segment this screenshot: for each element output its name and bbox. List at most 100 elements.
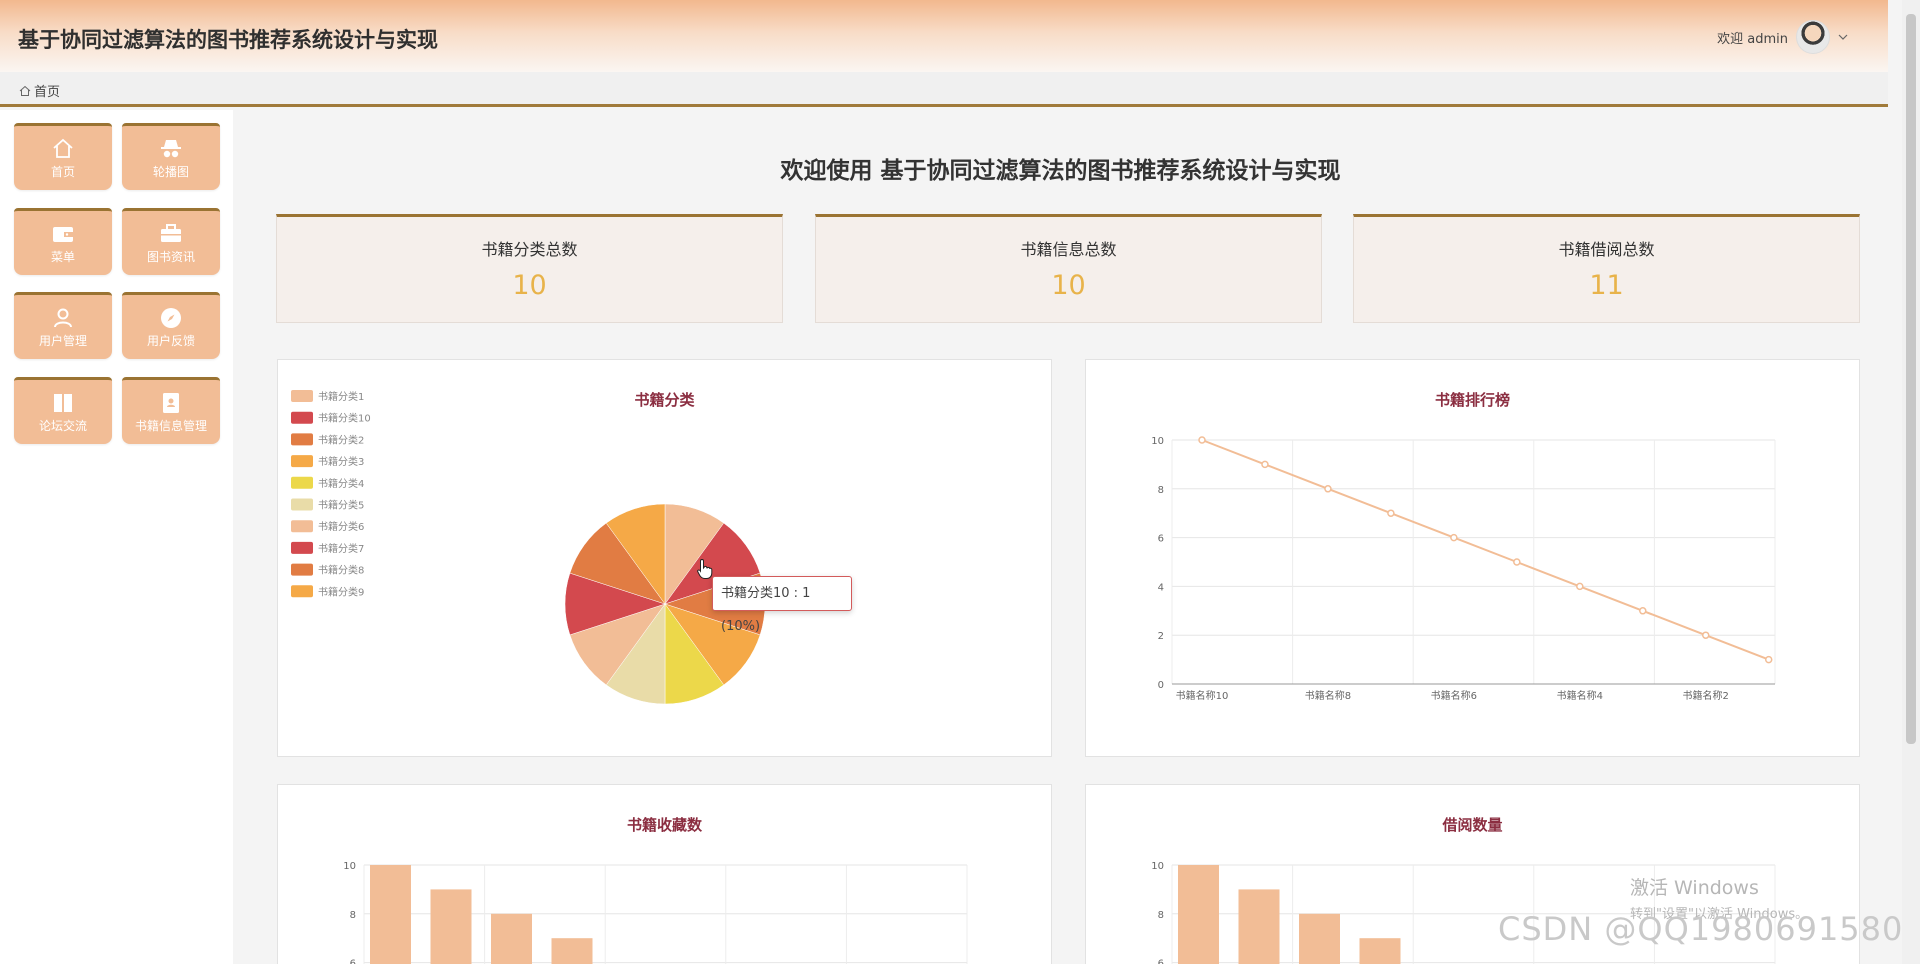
legend-swatch[interactable]: [291, 563, 313, 576]
x-tick-label: 书籍名称10: [1176, 689, 1229, 702]
sidebar-item-menu[interactable]: 菜单: [14, 208, 112, 275]
bar[interactable]: [1299, 913, 1340, 964]
sidebar-item-label: 用户反馈: [146, 334, 195, 348]
sidebar-item-label: 用户管理: [38, 334, 87, 348]
watermark-line1: 激活 Windows: [1630, 877, 1759, 899]
x-tick-label: 书籍名称2: [1683, 689, 1729, 702]
contact-book-icon: [163, 393, 179, 413]
scrollbar-thumb[interactable]: [1906, 14, 1916, 744]
bar[interactable]: [1359, 938, 1401, 964]
data-point[interactable]: [1450, 533, 1458, 542]
legend-label[interactable]: 书籍分类5: [318, 499, 364, 512]
sidebar-item-forum[interactable]: 论坛交流: [14, 377, 112, 444]
chart-tooltip: 书籍分类10 : 1 (10%): [712, 576, 852, 634]
breadcrumb-home[interactable]: 首页: [34, 81, 60, 100]
chevron-down-icon[interactable]: [1838, 30, 1848, 44]
sidebar-item-label: 论坛交流: [38, 419, 87, 433]
legend-label[interactable]: 书籍分类4: [318, 477, 364, 490]
legend-label[interactable]: 书籍分类9: [318, 585, 364, 598]
pie-chart[interactable]: 书籍分类1 书籍分类10 书籍分类2 书籍分类3 书籍分类4 书籍分类5 书籍分类6 书籍分类…: [278, 360, 1053, 758]
legend-swatch[interactable]: [291, 433, 313, 446]
x-tick-label: 书籍名称4: [1557, 689, 1603, 702]
bar[interactable]: [551, 938, 593, 964]
stat-value: 10: [1051, 270, 1086, 301]
y-tick-label: 6: [350, 959, 356, 964]
data-point[interactable]: [1198, 436, 1206, 444]
legend-swatch[interactable]: [291, 411, 313, 424]
stat-label: 书籍信息总数: [1020, 240, 1117, 259]
bar[interactable]: [1178, 865, 1219, 964]
stat-card-books: 书籍信息总数 10: [815, 214, 1322, 323]
legend-swatch[interactable]: [291, 585, 313, 598]
y-tick-label: 0: [1158, 680, 1164, 691]
y-tick-label: 2: [1158, 631, 1164, 642]
bar[interactable]: [1238, 889, 1280, 964]
legend-label[interactable]: 书籍分类8: [318, 564, 364, 577]
breadcrumb[interactable]: 首页: [19, 81, 60, 100]
sidebar-item-label: 图书资讯: [146, 250, 195, 264]
stat-value: 11: [1589, 270, 1624, 301]
y-tick-label: 6: [1158, 534, 1164, 545]
legend-label[interactable]: 书籍分类3: [318, 455, 364, 468]
y-tick-label: 8: [1158, 910, 1164, 921]
legend-label[interactable]: 书籍分类10: [318, 412, 371, 425]
legend-swatch[interactable]: [291, 390, 313, 402]
sidebar-item-home[interactable]: 首页: [14, 123, 112, 190]
compass-icon: [161, 308, 181, 328]
briefcase-icon: [161, 224, 181, 242]
page-scrollbar[interactable]: [1902, 0, 1920, 964]
bar-chart[interactable]: 10 8 6: [278, 785, 1053, 964]
y-tick-label: 8: [350, 910, 356, 921]
line-chart[interactable]: 0 2 4 6 8 10 书籍名称10 书籍名称8 书籍名称6 书籍名称4 书籍名称2: [1086, 360, 1861, 758]
stat-label: 书籍分类总数: [481, 240, 578, 259]
home-icon: [19, 85, 31, 96]
series-line[interactable]: [1201, 439, 1770, 661]
y-tick-label: 4: [1158, 582, 1164, 593]
sidebar-item-news[interactable]: 图书资讯: [122, 208, 220, 275]
data-point[interactable]: [1513, 558, 1521, 566]
legend-swatch[interactable]: [291, 498, 313, 511]
data-point[interactable]: [1764, 655, 1773, 664]
spy-icon: [161, 140, 181, 158]
line-chart-panel: 书籍排行榜 0 2 4 6 8 10 书籍名称10 书籍名称8 书籍名称6 书籍名称4 书籍名称2: [1085, 359, 1860, 757]
legend-swatch[interactable]: [291, 455, 313, 468]
sidebar-item-book-info[interactable]: 书籍信息管理: [122, 377, 220, 444]
y-tick-label: 10: [1151, 861, 1164, 872]
sidebar-item-feedback[interactable]: 用户反馈: [122, 292, 220, 359]
top-header: 基于协同过滤算法的图书推荐系统设计与实现 欢迎 admin: [0, 0, 1888, 72]
bar[interactable]: [370, 865, 411, 964]
x-tick-label: 书籍名称8: [1305, 689, 1351, 702]
bar[interactable]: [430, 889, 472, 964]
legend-label[interactable]: 书籍分类6: [318, 520, 364, 533]
data-point[interactable]: [1701, 631, 1710, 639]
legend-swatch[interactable]: [291, 476, 313, 489]
bar[interactable]: [491, 913, 532, 964]
legend-label[interactable]: 书籍分类7: [318, 542, 364, 555]
home-icon: [53, 138, 73, 158]
sidebar-item-label: 菜单: [50, 250, 75, 264]
legend-label[interactable]: 书籍分类1: [318, 390, 364, 403]
data-point[interactable]: [1387, 509, 1395, 517]
legend-swatch[interactable]: [291, 541, 313, 554]
columns-icon: [54, 394, 72, 412]
y-tick-label: 10: [343, 861, 356, 872]
csdn-watermark: CSDN @QQ1980691580: [1498, 910, 1904, 948]
sidebar-item-carousel[interactable]: 轮播图: [122, 123, 220, 190]
data-point[interactable]: [1576, 582, 1584, 591]
bar-chart-panel-favorites: 书籍收藏数 1086: [277, 784, 1052, 964]
sidebar-item-users[interactable]: 用户管理: [14, 292, 112, 359]
data-point[interactable]: [1261, 460, 1269, 469]
legend-label[interactable]: 书籍分类2: [318, 433, 364, 446]
legend-swatch[interactable]: [291, 520, 313, 533]
y-tick-label: 8: [1158, 485, 1164, 496]
breadcrumb-bar: 首页: [0, 72, 1888, 107]
sidebar-item-label: 书籍信息管理: [134, 419, 207, 433]
stat-label: 书籍借阅总数: [1558, 240, 1655, 259]
user-menu[interactable]: 欢迎 admin: [1717, 20, 1848, 54]
data-point[interactable]: [1639, 607, 1647, 615]
hand-cursor-icon: [697, 558, 713, 579]
data-point[interactable]: [1324, 485, 1332, 493]
stat-value: 10: [512, 270, 547, 301]
avatar[interactable]: [1796, 20, 1830, 54]
wallet-icon: [53, 227, 73, 242]
